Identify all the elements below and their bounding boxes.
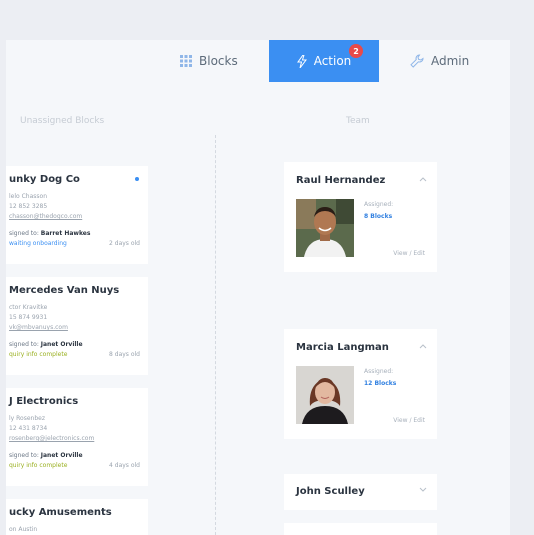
block-card[interactable]: unky Dog Co lelo Chasson 12 852 3285 cha…	[6, 166, 148, 264]
tab-action-label: Action	[313, 54, 352, 68]
chevron-down-icon[interactable]	[419, 486, 427, 495]
block-card[interactable]: J Electronics ly Rosenbez 12 431 8734 ro…	[6, 388, 148, 486]
block-age: 8 days old	[109, 351, 140, 358]
contact-phone: 15 874 9931	[9, 314, 48, 321]
contact-name: ly Rosenbez	[9, 415, 45, 422]
unassigned-column-title: Unassigned Blocks	[20, 116, 105, 126]
contact-email[interactable]: vk@mbvanuys.com	[9, 324, 68, 331]
assignee-name: Barret Hawkes	[40, 230, 91, 237]
tab-admin-label: Admin	[431, 54, 470, 68]
member-avatar	[296, 366, 354, 424]
block-age: 2 days old	[109, 240, 140, 247]
assigned-to: signed to: Janet Orville	[9, 452, 83, 459]
assignee-name: Janet Orville	[40, 341, 83, 348]
column-divider	[215, 135, 216, 535]
assigned-blocks-link[interactable]: 8 Blocks	[364, 213, 392, 220]
block-status: quiry info complete	[9, 462, 68, 469]
top-nav: Blocks Action 2 Admin	[6, 40, 510, 82]
chevron-up-icon[interactable]	[419, 175, 427, 184]
assignee-name: Janet Orville	[40, 452, 83, 459]
assigned-label: Assigned:	[364, 201, 394, 208]
chevron-up-icon[interactable]	[419, 342, 427, 351]
team-member-card[interactable]: Raul Hernandez Assigned: 8 Blocks View /…	[284, 162, 437, 272]
team-member-card[interactable]: Marcia Langman Assigned: 12 Blocks View …	[284, 329, 437, 439]
block-card[interactable]: ucky Amusements on Austin	[6, 499, 148, 535]
contact-name: ctor Kravitke	[9, 304, 48, 311]
team-column-title: Team	[346, 116, 370, 126]
block-age: 4 days old	[109, 462, 140, 469]
member-name: Marcia Langman	[296, 342, 389, 353]
block-status: waiting onboarding	[9, 240, 67, 247]
unread-dot	[135, 177, 139, 181]
team-member-card[interactable]	[284, 523, 437, 535]
contact-email[interactable]: chasson@thedogco.com	[9, 213, 82, 220]
team-member-card[interactable]: John Sculley	[284, 474, 437, 510]
contact-name: lelo Chasson	[9, 193, 47, 200]
assigned-blocks-link[interactable]: 12 Blocks	[364, 380, 396, 387]
member-name: Raul Hernandez	[296, 175, 386, 186]
assigned-to: signed to: Janet Orville	[9, 341, 83, 348]
block-title: J Electronics	[9, 396, 79, 407]
block-status: quiry info complete	[9, 351, 68, 358]
tab-admin[interactable]: Admin	[410, 40, 469, 82]
contact-name: on Austin	[9, 526, 38, 533]
member-avatar	[296, 199, 354, 257]
tab-blocks[interactable]: Blocks	[180, 40, 238, 82]
member-name: John Sculley	[296, 486, 365, 497]
contact-email[interactable]: rosenberg@jelectronics.com	[9, 435, 94, 442]
view-edit-link[interactable]: View / Edit	[393, 250, 425, 257]
block-title: ucky Amusements	[9, 507, 112, 518]
block-card[interactable]: Mercedes Van Nuys ctor Kravitke 15 874 9…	[6, 277, 148, 375]
contact-phone: 12 431 8734	[9, 425, 48, 432]
view-edit-link[interactable]: View / Edit	[393, 417, 425, 424]
lightning-icon	[296, 54, 307, 68]
grid-icon	[180, 55, 192, 67]
block-title: Mercedes Van Nuys	[9, 285, 120, 296]
assigned-to: signed to: Barret Hawkes	[9, 230, 91, 237]
tab-action[interactable]: Action 2	[269, 40, 379, 82]
assigned-label: Assigned:	[364, 368, 394, 375]
notification-badge: 2	[349, 44, 363, 58]
app-window: Blocks Action 2 Admin Unassigned Blocks …	[6, 40, 510, 535]
tab-blocks-label: Blocks	[199, 54, 238, 68]
block-title: unky Dog Co	[9, 174, 80, 185]
contact-phone: 12 852 3285	[9, 203, 48, 210]
wrench-icon	[410, 54, 424, 68]
